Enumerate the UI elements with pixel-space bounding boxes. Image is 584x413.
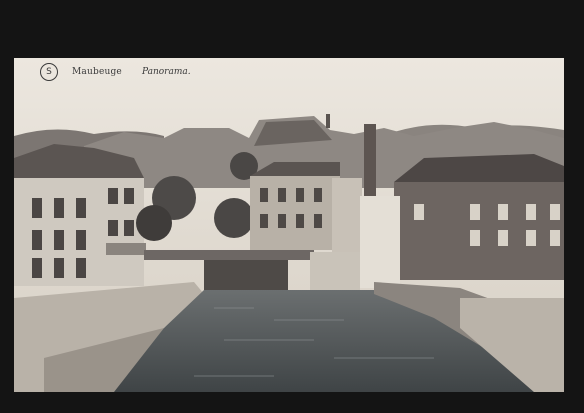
right-white-house bbox=[360, 196, 400, 288]
tree bbox=[214, 198, 254, 238]
postcard-caption: Maubeuge Panorama. bbox=[72, 64, 191, 80]
factory-chimney bbox=[364, 124, 376, 196]
bridge-arch bbox=[204, 260, 288, 290]
publisher-logo-icon: S bbox=[40, 63, 58, 81]
middle-building bbox=[250, 176, 340, 250]
town-panorama-image bbox=[14, 58, 564, 392]
church-spire bbox=[326, 114, 330, 128]
postcard-photo: S Maubeuge Panorama. bbox=[14, 58, 564, 392]
tree bbox=[136, 205, 172, 241]
publisher-mark: S bbox=[46, 67, 52, 77]
bridge-deck bbox=[144, 250, 314, 260]
white-building bbox=[332, 178, 362, 258]
shop-awning bbox=[106, 243, 146, 255]
riverside-wall bbox=[310, 252, 360, 290]
caption-title: Panorama. bbox=[141, 67, 191, 77]
caption-place: Maubeuge bbox=[72, 67, 122, 77]
